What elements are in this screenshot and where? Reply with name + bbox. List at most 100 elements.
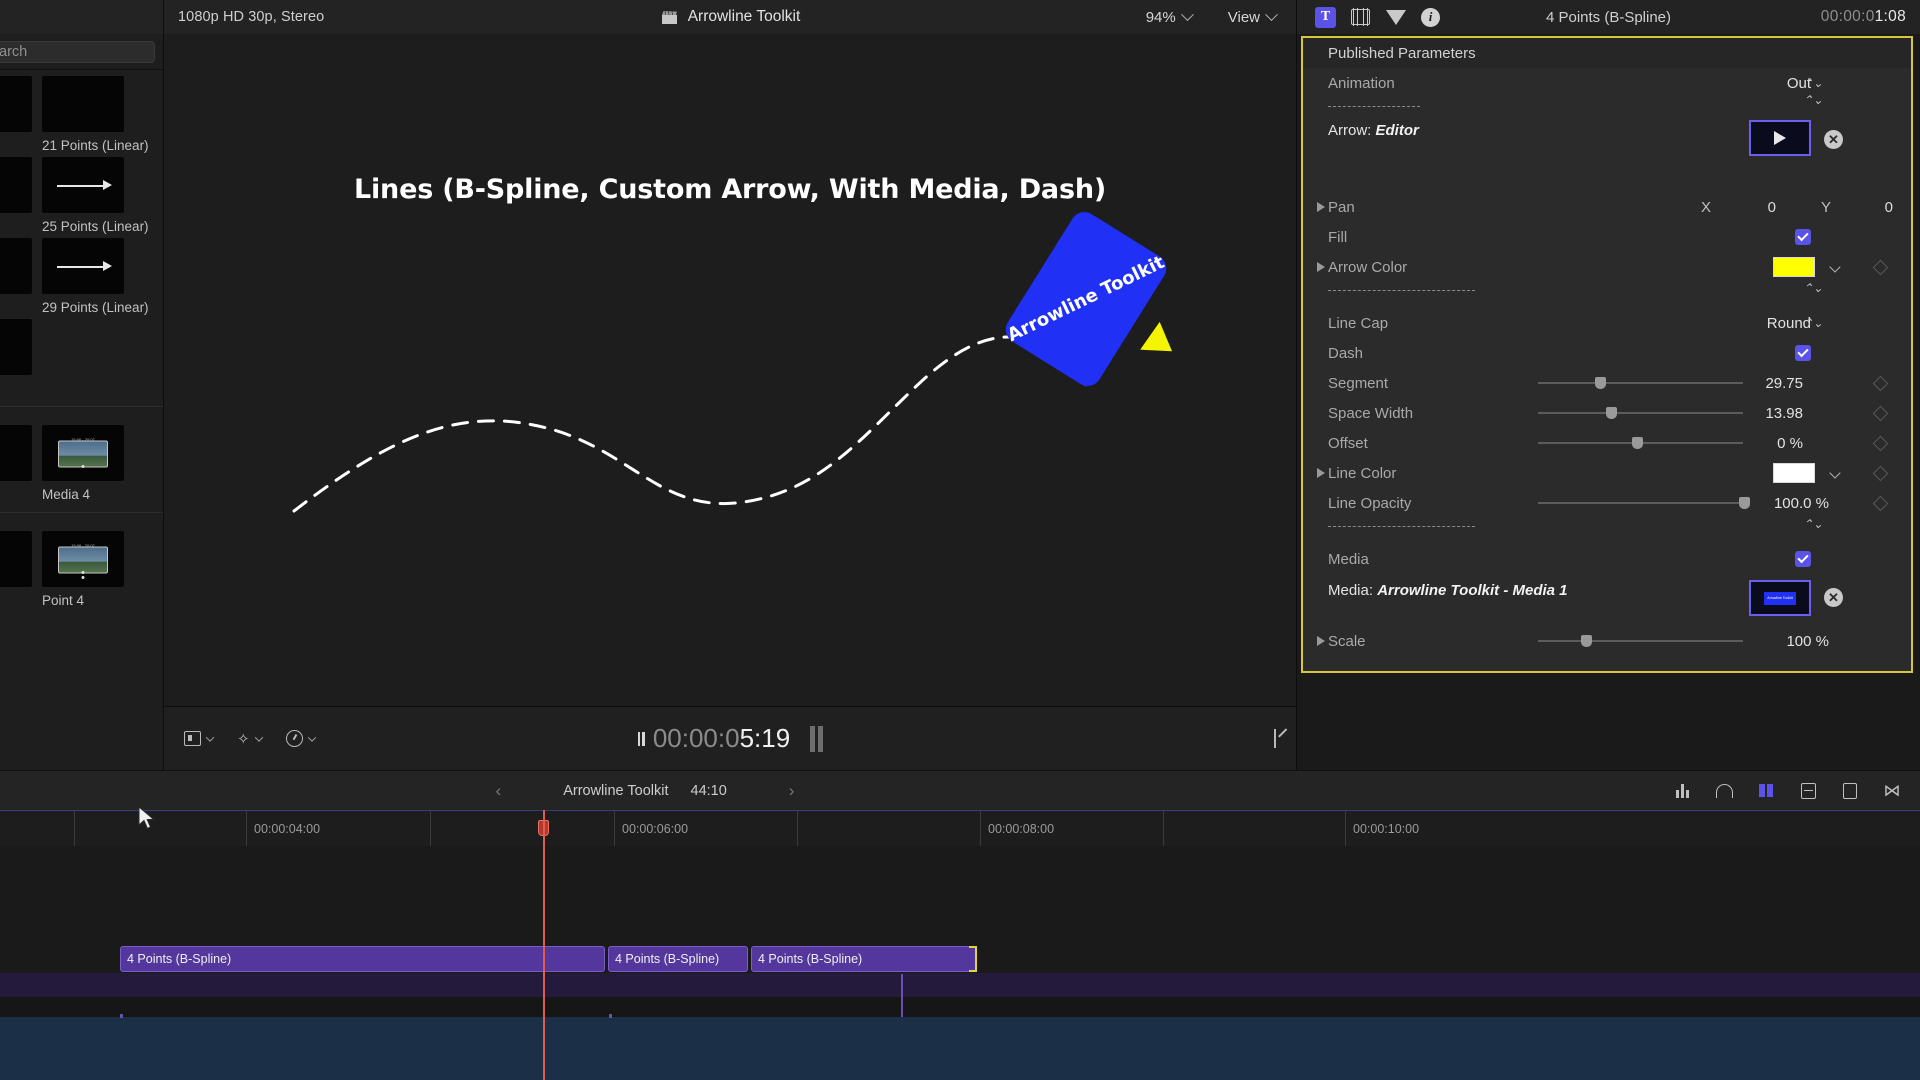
media-checkbox[interactable]: [1795, 551, 1811, 567]
slider-knob[interactable]: [1605, 407, 1617, 419]
color-inspector-icon[interactable]: [1385, 7, 1406, 28]
table-row[interactable]: 4 Points (B-Spline): [608, 946, 748, 972]
disclosure-triangle-icon[interactable]: [1317, 636, 1325, 646]
storyline-lane[interactable]: [0, 973, 1920, 997]
list-item[interactable]: r): [0, 238, 32, 315]
list-item[interactable]: r): [0, 157, 32, 234]
chevron-down-icon[interactable]: [1829, 261, 1841, 273]
keyframe-button[interactable]: [1872, 495, 1889, 511]
search-input[interactable]: arch: [0, 40, 155, 63]
disclosure-triangle-icon[interactable]: [1317, 202, 1325, 212]
keyframe-button[interactable]: [1872, 465, 1889, 481]
param-row-media[interactable]: Media: [1303, 544, 1911, 574]
retime-button[interactable]: [285, 730, 316, 747]
keyframe-button[interactable]: [1872, 259, 1889, 275]
timeline-ruler[interactable]: 00:00:04:00 00:00:06:00 00:00:08:00 00:0…: [0, 810, 1920, 847]
param-row-dash[interactable]: Dash: [1303, 338, 1911, 368]
media-drop-well[interactable]: Arrowline Toolkit: [1749, 580, 1811, 616]
view-menu[interactable]: View: [1228, 7, 1278, 26]
next-project-button[interactable]: ›: [789, 781, 795, 801]
zoom-level-menu[interactable]: 94%: [1146, 7, 1194, 26]
param-value[interactable]: 100 %: [1786, 633, 1829, 650]
param-row-scale[interactable]: Scale 100 %: [1303, 626, 1911, 656]
param-row-line-opacity[interactable]: Line Opacity 100.0 %: [1303, 488, 1911, 518]
media-browser[interactable]: arch r) 21 Points (Linear) r): [0, 34, 164, 770]
info-inspector-icon[interactable]: i: [1420, 7, 1441, 28]
pan-x-value[interactable]: 0: [1768, 199, 1776, 216]
param-row-line-cap[interactable]: Line Cap Round ⌃⌄: [1303, 308, 1911, 338]
param-row-space-width[interactable]: Space Width 13.98: [1303, 398, 1911, 428]
list-item[interactable]: [0, 531, 32, 608]
clear-arrow-button[interactable]: ✕: [1824, 130, 1843, 149]
stepper-icon[interactable]: ⌃⌄: [1803, 282, 1823, 294]
stepper-icon[interactable]: ⌃⌄: [1803, 77, 1823, 89]
arrow-color-swatch[interactable]: [1773, 257, 1815, 277]
keyframe-button[interactable]: [1872, 405, 1889, 421]
table-row[interactable]: 4 Points (B-Spline): [120, 946, 605, 972]
text-inspector-icon[interactable]: T: [1315, 6, 1336, 28]
line-opacity-slider[interactable]: [1538, 497, 1750, 509]
list-item[interactable]: r): [0, 76, 32, 153]
clip-marker[interactable]: [609, 1014, 612, 1018]
audio-meters-icon[interactable]: [1672, 782, 1692, 800]
fullscreen-button[interactable]: [1274, 728, 1276, 748]
disclosure-triangle-icon[interactable]: [1317, 468, 1325, 478]
segment-slider[interactable]: [1538, 377, 1743, 389]
close-panel-icon[interactable]: ⋈: [1882, 781, 1902, 800]
stepper-icon[interactable]: ⌃⌄: [1803, 94, 1823, 106]
previous-project-button[interactable]: ‹: [496, 781, 502, 801]
param-value[interactable]: 100.0 %: [1774, 495, 1829, 512]
keyframe-tick[interactable]: [901, 974, 903, 1017]
space-width-slider[interactable]: [1538, 407, 1743, 419]
audio-lane[interactable]: [0, 997, 1920, 1017]
param-value[interactable]: 13.98: [1765, 405, 1803, 422]
param-row-fill[interactable]: Fill: [1303, 222, 1911, 252]
keyframe-button[interactable]: [1872, 375, 1889, 391]
playhead[interactable]: [543, 810, 545, 1080]
dash-checkbox[interactable]: [1795, 345, 1811, 361]
arrow-editor-well[interactable]: [1749, 120, 1811, 156]
keyframe-button[interactable]: [1872, 435, 1889, 451]
param-row-segment[interactable]: Segment 29.75: [1303, 368, 1911, 398]
param-row-offset[interactable]: Offset 0 %: [1303, 428, 1911, 458]
list-item[interactable]: 29 Points (Linear): [42, 238, 149, 315]
param-row-pan[interactable]: Pan X 0 Y 0: [1303, 192, 1911, 222]
pan-y-value[interactable]: 0: [1885, 199, 1893, 216]
list-item[interactable]: r): [0, 319, 32, 396]
param-value[interactable]: 29.75: [1765, 375, 1803, 392]
param-value[interactable]: 0 %: [1777, 435, 1803, 452]
offset-slider[interactable]: [1538, 437, 1743, 449]
clear-media-button[interactable]: ✕: [1824, 588, 1843, 607]
clip-appearance-icon[interactable]: [1756, 782, 1776, 800]
slider-knob[interactable]: [1595, 377, 1607, 389]
stepper-icon[interactable]: ⌃⌄: [1803, 317, 1823, 329]
timeline-index-icon[interactable]: [1798, 782, 1818, 800]
table-row[interactable]: 4 Points (B-Spline): [751, 946, 977, 972]
clip-selection-handle[interactable]: [969, 946, 977, 972]
fill-checkbox[interactable]: [1795, 229, 1811, 245]
list-item[interactable]: 25 Points (Linear): [42, 157, 149, 234]
timeline-tracks[interactable]: 4 Points (B-Spline) 4 Points (B-Spline) …: [0, 810, 1920, 1080]
viewer-canvas[interactable]: Lines (B-Spline, Custom Arrow, With Medi…: [164, 34, 1297, 706]
transport-timecode[interactable]: 00:00:05:19: [653, 723, 790, 754]
list-item[interactable]: [42, 319, 124, 396]
slider-knob[interactable]: [1632, 437, 1644, 449]
slider-knob[interactable]: [1581, 635, 1593, 647]
chevron-down-icon[interactable]: [1829, 467, 1841, 479]
stepper-icon[interactable]: ⌃⌄: [1803, 518, 1823, 530]
clip-marker[interactable]: [120, 1014, 123, 1018]
disclosure-triangle-icon[interactable]: [1317, 262, 1325, 272]
param-row-line-color[interactable]: Line Color: [1303, 458, 1911, 488]
scale-slider[interactable]: [1538, 635, 1743, 647]
headphones-icon[interactable]: [1714, 782, 1734, 800]
list-item[interactable]: 15:06 - 20:07 Point 4: [42, 531, 124, 608]
timecode-scrubber[interactable]: [810, 725, 824, 752]
effects-browser-icon[interactable]: [1840, 782, 1860, 800]
primary-storyline-lane[interactable]: [0, 1017, 1920, 1080]
param-row-media-well[interactable]: Media: Arrowline Toolkit - Media 1 Arrow…: [1303, 574, 1911, 626]
video-inspector-icon[interactable]: [1350, 7, 1371, 28]
param-row-arrow-editor[interactable]: Arrow: Editor ✕: [1303, 116, 1911, 172]
transform-button[interactable]: [184, 731, 215, 746]
list-item[interactable]: 15:06 - 20:07 Media 4: [42, 425, 124, 502]
list-item[interactable]: [0, 425, 32, 502]
